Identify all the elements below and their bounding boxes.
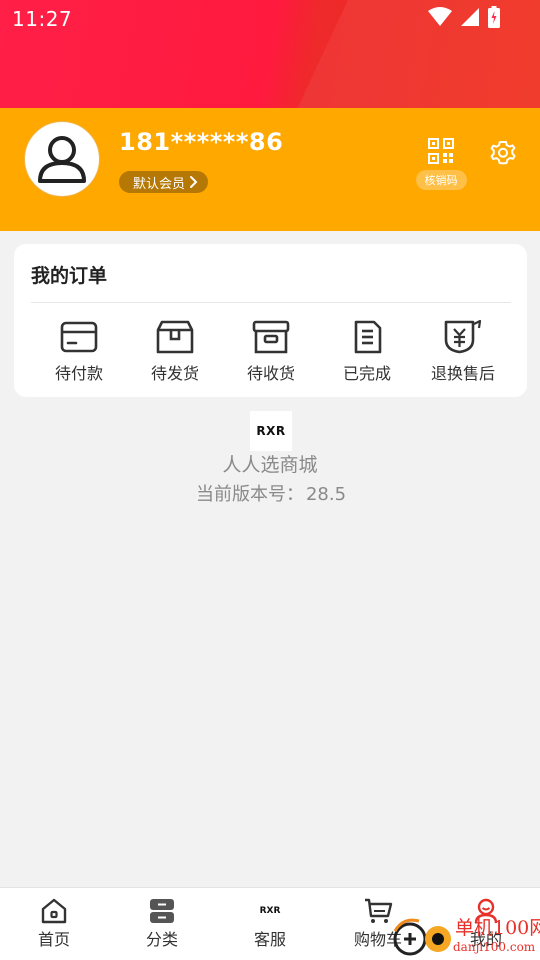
member-level-label: 默认会员 (133, 176, 186, 192)
order-after-sales[interactable]: 退换售后 (415, 320, 511, 384)
qr-code-button[interactable]: 核销码 (413, 138, 469, 190)
wallet-card-icon (60, 321, 98, 353)
nav-home[interactable]: 首页 (0, 888, 108, 960)
signal-icon (461, 8, 479, 26)
order-label: 待发货 (150, 364, 199, 383)
order-completed[interactable]: 已完成 (319, 320, 415, 384)
archive-box-icon (252, 320, 290, 354)
divider (31, 302, 511, 303)
profile-section: 181******86 默认会员 核销码 (0, 108, 540, 231)
watermark: 单机100网 danji100.com (393, 913, 540, 960)
order-status-row: 待付款 待发货 待收货 已完成 退换售后 (31, 320, 511, 384)
qr-code-label: 核销码 (415, 170, 467, 190)
version-info: 当前版本号： 28.5 (0, 480, 540, 506)
user-phone: 181******86 (119, 128, 284, 156)
nav-label: 分类 (145, 930, 178, 949)
app-logo: RXR (250, 411, 292, 451)
battery-icon (488, 6, 500, 28)
top-header: 11:27 (0, 0, 540, 108)
version-number: 28.5 (305, 484, 347, 505)
member-level-badge[interactable]: 默认会员 (119, 171, 209, 193)
orders-title: 我的订单 (31, 265, 108, 287)
watermark-logo-icon (393, 918, 451, 956)
box-icon (156, 320, 194, 354)
status-time: 11:27 (12, 7, 73, 31)
nav-category[interactable]: 分类 (108, 888, 216, 960)
nav-label: 客服 (253, 930, 286, 949)
status-icons (428, 6, 500, 28)
orders-card: 我的订单 待付款 待发货 待收货 已完成 退换售后 (14, 244, 527, 397)
user-avatar-icon (38, 136, 86, 183)
nav-customer-service[interactable]: RXR 客服 (216, 888, 324, 960)
order-pending-payment[interactable]: 待付款 (31, 320, 127, 384)
home-icon (41, 898, 67, 924)
refund-yen-icon (444, 320, 482, 354)
document-icon (354, 320, 382, 354)
wifi-icon (428, 7, 452, 26)
order-label: 已完成 (342, 364, 391, 383)
avatar[interactable] (25, 122, 99, 196)
nav-label: 首页 (37, 930, 70, 949)
chevron-right-icon (190, 176, 198, 188)
cart-icon (365, 898, 393, 923)
order-pending-shipment[interactable]: 待发货 (127, 320, 223, 384)
version-label: 当前版本号： (195, 484, 304, 505)
order-label: 待收货 (246, 364, 295, 383)
watermark-text: 单机100网 (455, 917, 540, 939)
app-name: 人人选商城 (222, 454, 318, 476)
qr-code-icon (428, 138, 454, 164)
app-logo-text: RXR (256, 424, 286, 438)
order-label: 待付款 (54, 364, 103, 383)
order-pending-receipt[interactable]: 待收货 (223, 320, 319, 384)
rxr-logo-icon: RXR (259, 906, 281, 916)
order-label: 退换售后 (430, 364, 495, 383)
category-icon (150, 899, 174, 923)
settings-button[interactable] (489, 139, 517, 171)
watermark-url: danji100.com (453, 940, 536, 954)
gear-icon (490, 141, 516, 165)
